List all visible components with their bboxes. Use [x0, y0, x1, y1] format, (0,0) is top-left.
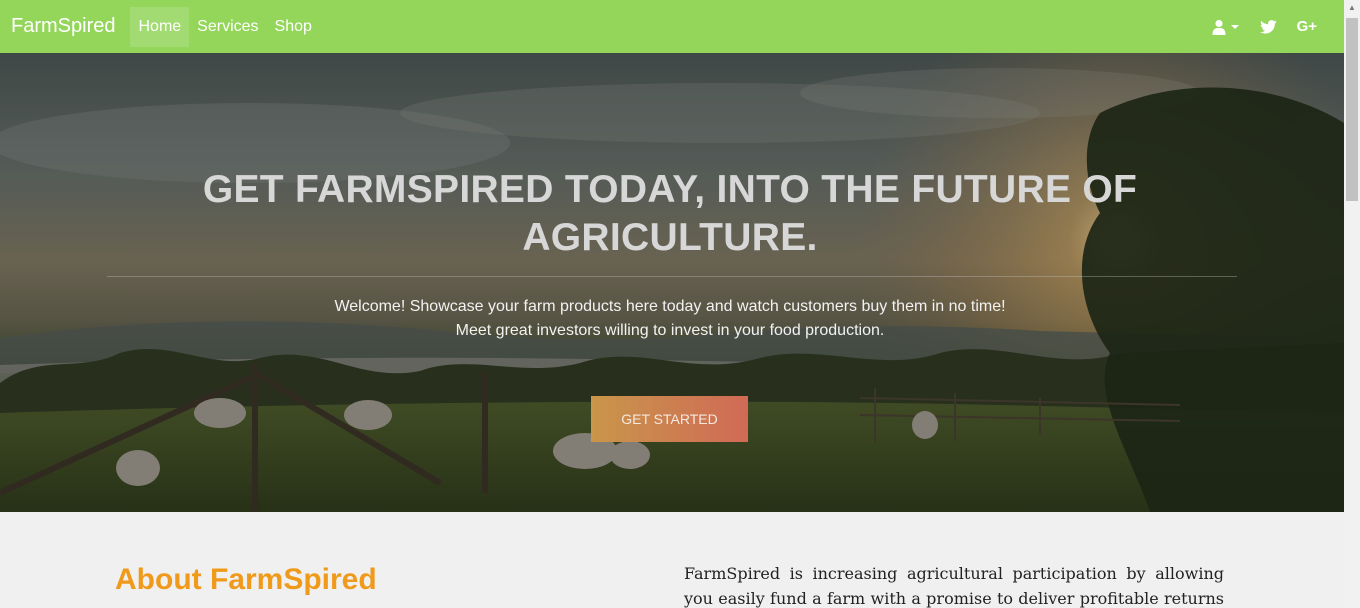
nav-link-shop[interactable]: Shop — [267, 7, 320, 47]
page-scrollbar-thumb[interactable] — [1346, 18, 1358, 201]
hero-description: Welcome! Showcase your farm products her… — [260, 295, 1080, 343]
navbar: FarmSpired Home Services Shop G+ — [0, 0, 1344, 53]
hero-section: GET FARMSPIRED TODAY, INTO THE FUTURE OF… — [0, 53, 1344, 512]
google-plus-link[interactable]: G+ — [1297, 18, 1317, 35]
hero-divider — [107, 276, 1237, 277]
caret-down-icon — [1230, 24, 1239, 29]
scroll-up-arrow-icon[interactable]: ▲ — [1344, 0, 1360, 16]
nav-link-services[interactable]: Services — [189, 7, 266, 47]
hero-description-line-1: Welcome! Showcase your farm products her… — [334, 298, 1006, 315]
user-icon — [1212, 19, 1226, 35]
about-heading: About FarmSpired — [115, 563, 377, 596]
google-plus-icon: G+ — [1296, 18, 1317, 35]
hero-description-line-2: Meet great investors willing to invest i… — [455, 322, 885, 339]
brand-logo[interactable]: FarmSpired — [11, 15, 115, 38]
nav-right-icons: G+ — [1211, 18, 1333, 35]
about-text: FarmSpired is increasing agricultural pa… — [684, 564, 1224, 608]
hero-overlay — [0, 53, 1344, 512]
twitter-link[interactable] — [1259, 19, 1277, 34]
nav-link-home[interactable]: Home — [130, 6, 190, 47]
get-started-button[interactable]: GET STARTED — [591, 396, 748, 442]
twitter-icon — [1259, 19, 1277, 34]
hero-title: GET FARMSPIRED TODAY, INTO THE FUTURE OF… — [202, 168, 1138, 259]
user-menu-toggle[interactable] — [1211, 19, 1240, 35]
